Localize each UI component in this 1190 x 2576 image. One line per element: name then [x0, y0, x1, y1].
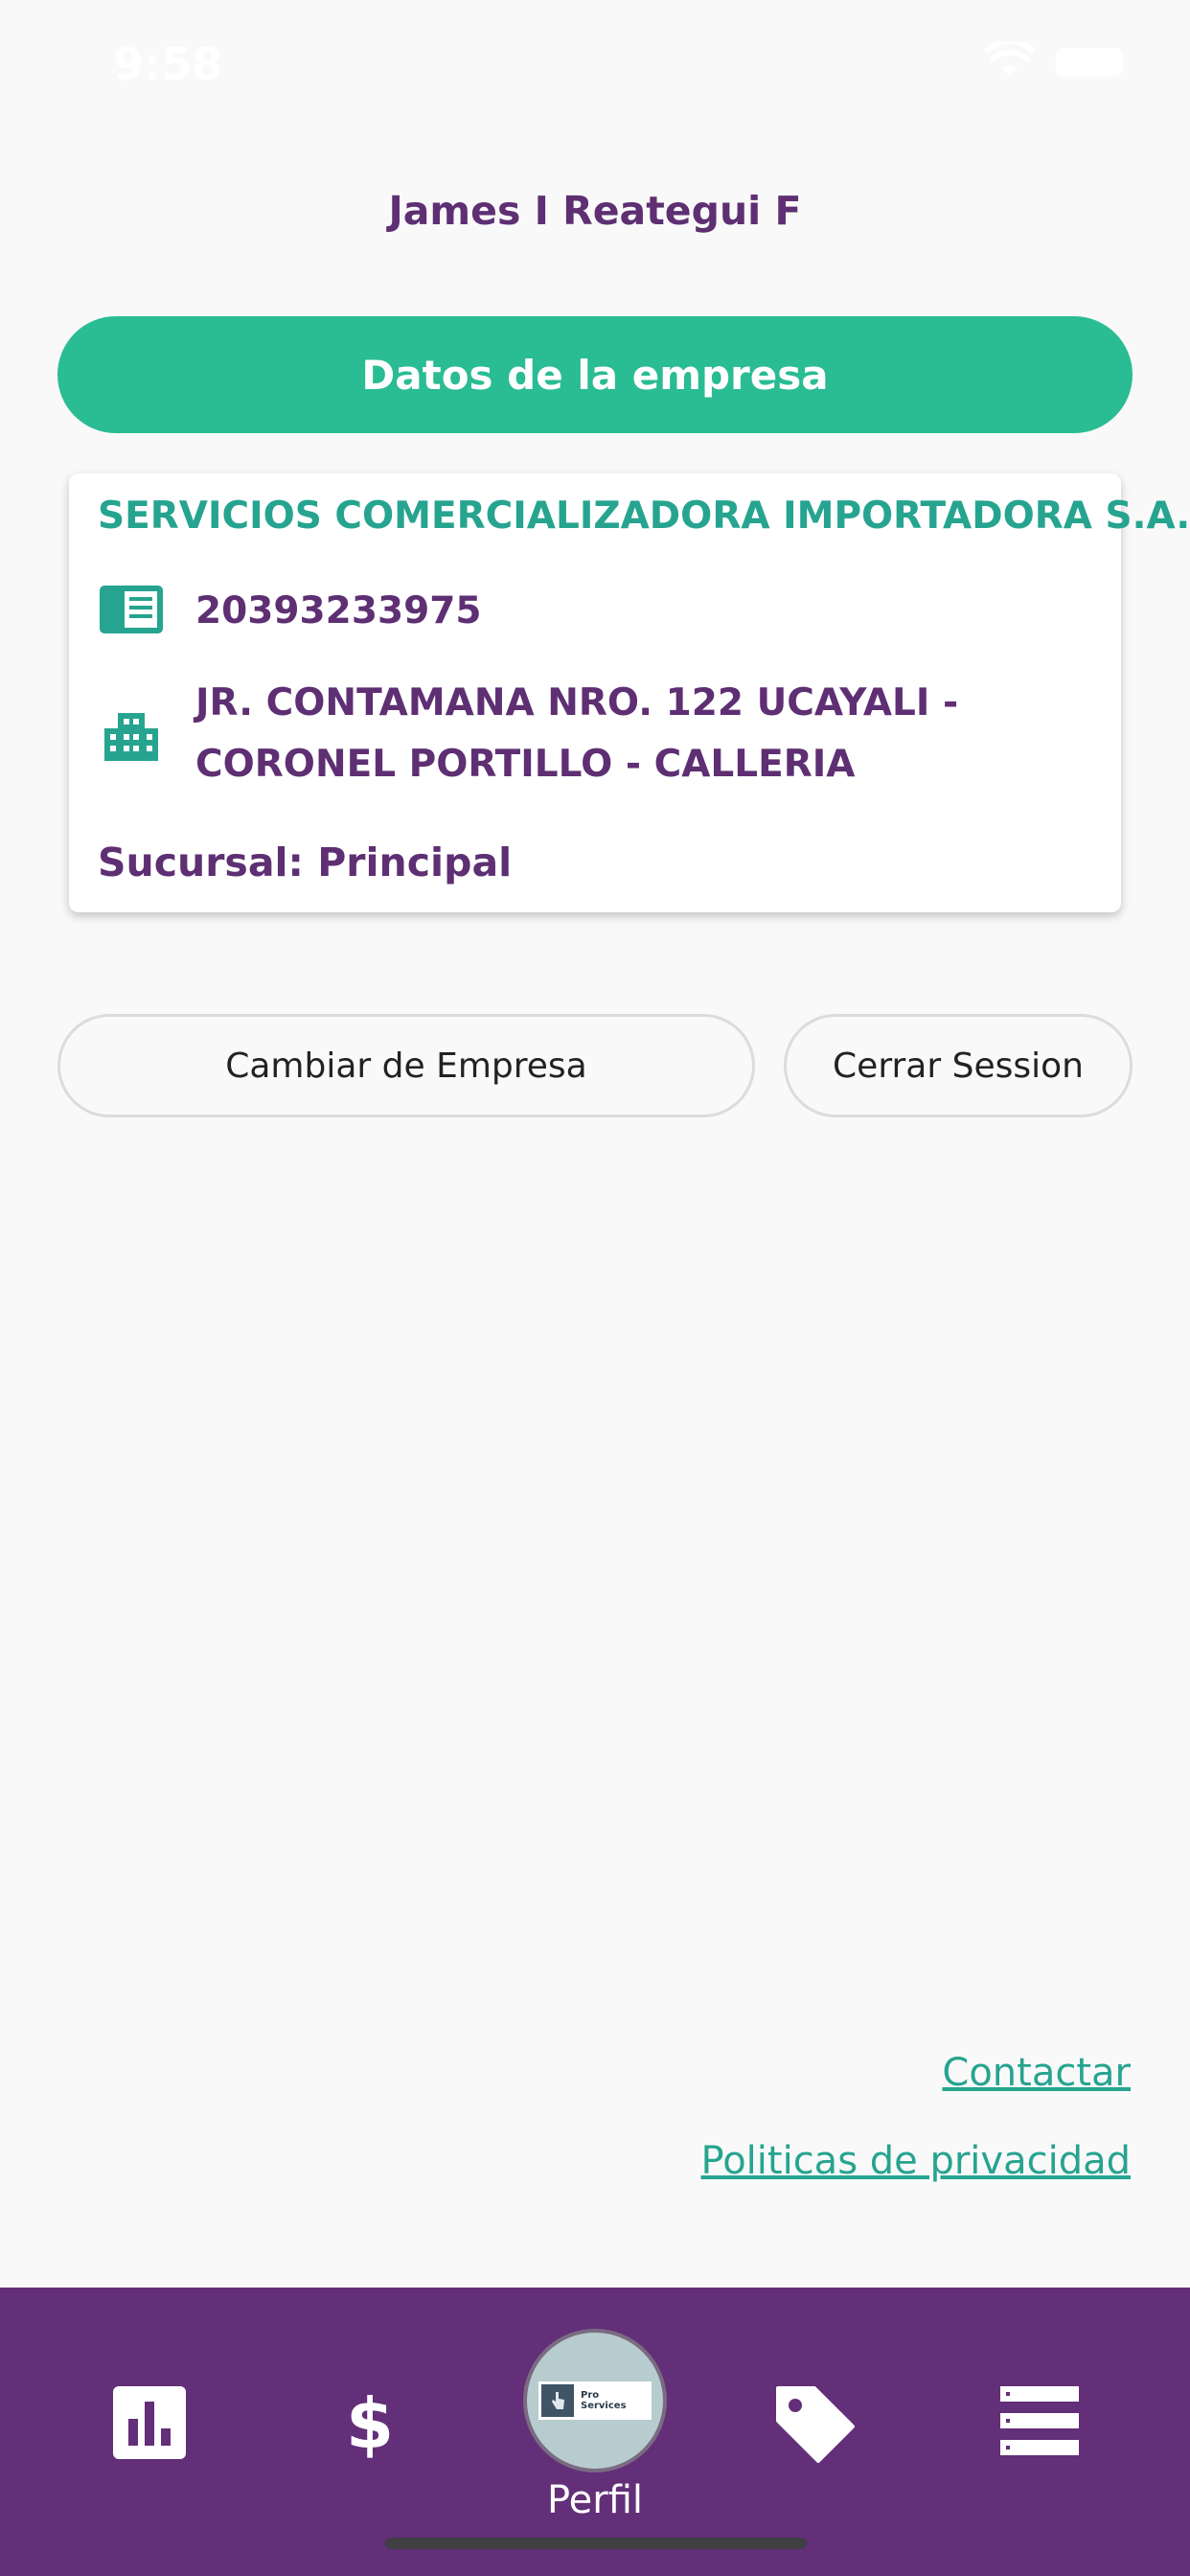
- contact-link[interactable]: Contactar: [942, 2051, 1131, 2095]
- company-branch: Sucursal: Principal: [98, 840, 513, 886]
- change-company-button[interactable]: Cambiar de Empresa: [57, 1014, 755, 1117]
- status-time: 9:58: [113, 38, 223, 90]
- logo-text: Pro Services: [581, 2390, 627, 2411]
- company-address-row: JR. CONTAMANA NRO. 122 UCAYALI - CORONEL…: [98, 673, 1096, 795]
- dollar-icon[interactable]: $: [341, 2386, 399, 2459]
- profile-tab-label: Perfil: [546, 2478, 644, 2522]
- building-icon: [98, 705, 165, 763]
- company-card: SERVICIOS COMERCIALIZADORA IMPORTADORA S…: [69, 473, 1190, 912]
- profile-tab[interactable]: Pro Services: [523, 2329, 667, 2472]
- company-data-header: Datos de la empresa: [57, 316, 1133, 433]
- home-indicator: [385, 2538, 807, 2549]
- company-ruc-row: 20393233975: [98, 581, 1096, 642]
- pro-services-logo: Pro Services: [538, 2381, 652, 2420]
- company-name: SERVICIOS COMERCIALIZADORA IMPORTADORA S…: [98, 494, 1190, 538]
- wifi-icon: [984, 38, 1036, 82]
- user-name: James I Reategui F: [388, 188, 802, 234]
- id-card-icon: [98, 581, 165, 638]
- hand-pointer-icon: [541, 2384, 574, 2417]
- logout-button[interactable]: Cerrar Session: [784, 1014, 1133, 1117]
- svg-text:$: $: [346, 2386, 394, 2459]
- status-bar: 9:58: [0, 0, 1190, 126]
- battery-icon: [1056, 48, 1123, 77]
- privacy-policy-link[interactable]: Politicas de privacidad: [701, 2139, 1132, 2183]
- company-ruc: 20393233975: [195, 589, 482, 632]
- tag-icon[interactable]: [772, 2380, 858, 2467]
- bar-chart-icon[interactable]: [113, 2386, 186, 2459]
- list-icon[interactable]: [1000, 2386, 1079, 2455]
- company-address: JR. CONTAMANA NRO. 122 UCAYALI - CORONEL…: [195, 681, 959, 786]
